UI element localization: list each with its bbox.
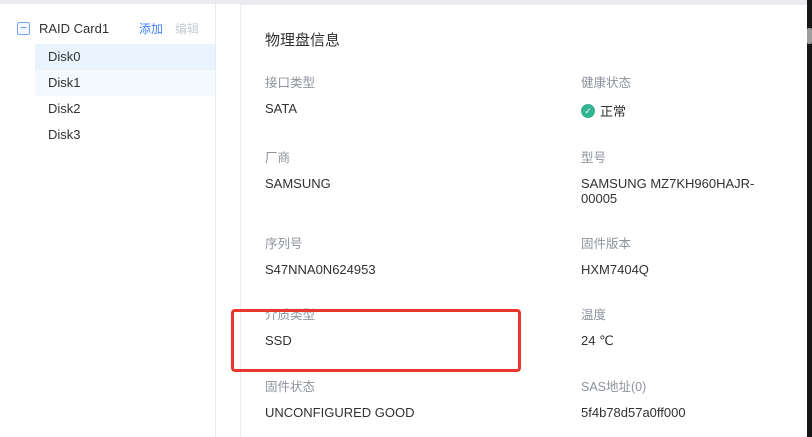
field-serial-number: 序列号 S47NNA0N624953 [265,233,581,277]
tree-node-raid-card1[interactable]: − RAID Card1 添加 编辑 [0,15,215,42]
field-label: 固件状态 [265,376,581,395]
field-value: HXM7404Q [581,262,782,277]
field-temperature: 温度 24 ℃ [581,304,782,349]
collapse-minus-icon[interactable]: − [17,22,30,35]
sidebar-item-disk1[interactable]: Disk1 [35,70,215,96]
fields-grid: 接口类型 SATA 健康状态 ✓ 正常 厂商 SAMSUNG 型号 SAMSUN… [265,72,782,437]
field-value: S47NNA0N624953 [265,262,581,277]
field-value: SSD [265,333,581,348]
field-value: SAMSUNG MZ7KH960HAJR-00005 [581,176,782,206]
field-health-status: 健康状态 ✓ 正常 [581,72,782,120]
field-label: 介质类型 [265,304,581,323]
field-interface-type: 接口类型 SATA [265,72,581,120]
physical-disk-info-panel: 物理盘信息 接口类型 SATA 健康状态 ✓ 正常 厂商 SAMSUNG 型号 … [240,4,806,437]
field-label: 接口类型 [265,72,581,91]
tree-node-label: RAID Card1 [39,21,109,36]
page-title: 物理盘信息 [265,29,782,50]
field-firmware-version: 固件版本 HXM7404Q [581,233,782,277]
field-label: SAS地址(0) [581,376,782,395]
field-label: 健康状态 [581,72,782,91]
tree-actions: 添加 编辑 [139,20,199,37]
add-link[interactable]: 添加 [139,20,163,37]
field-model: 型号 SAMSUNG MZ7KH960HAJR-00005 [581,147,782,206]
sidebar-item-disk2[interactable]: Disk2 [35,96,215,122]
field-value: SATA [265,101,581,116]
raid-tree-sidebar: − RAID Card1 添加 编辑 Disk0 Disk1 Disk2 Dis… [0,4,216,437]
success-check-icon: ✓ [581,104,595,118]
field-sas-address-0: SAS地址(0) 5f4b78d57a0ff000 [581,376,782,420]
health-status-text: 正常 [600,101,626,120]
field-label: 厂商 [265,147,581,166]
field-value: 24 ℃ [581,333,782,349]
field-media-type: 介质类型 SSD [265,304,581,349]
field-label: 固件版本 [581,233,782,252]
field-value: 5f4b78d57a0ff000 [581,405,782,420]
field-value: UNCONFIGURED GOOD [265,405,581,420]
edit-link[interactable]: 编辑 [175,20,199,37]
field-value: ✓ 正常 [581,101,782,120]
disk-list: Disk0 Disk1 Disk2 Disk3 [0,44,215,148]
field-label: 序列号 [265,233,581,252]
field-label: 型号 [581,147,782,166]
sidebar-item-disk0[interactable]: Disk0 [35,44,215,70]
scrollbar-thumb[interactable] [807,28,812,44]
sidebar-item-disk3[interactable]: Disk3 [35,122,215,148]
field-firmware-state: 固件状态 UNCONFIGURED GOOD [265,376,581,420]
scrollbar-track[interactable] [807,0,812,437]
field-vendor: 厂商 SAMSUNG [265,147,581,206]
field-value: SAMSUNG [265,176,581,191]
field-label: 温度 [581,304,782,323]
